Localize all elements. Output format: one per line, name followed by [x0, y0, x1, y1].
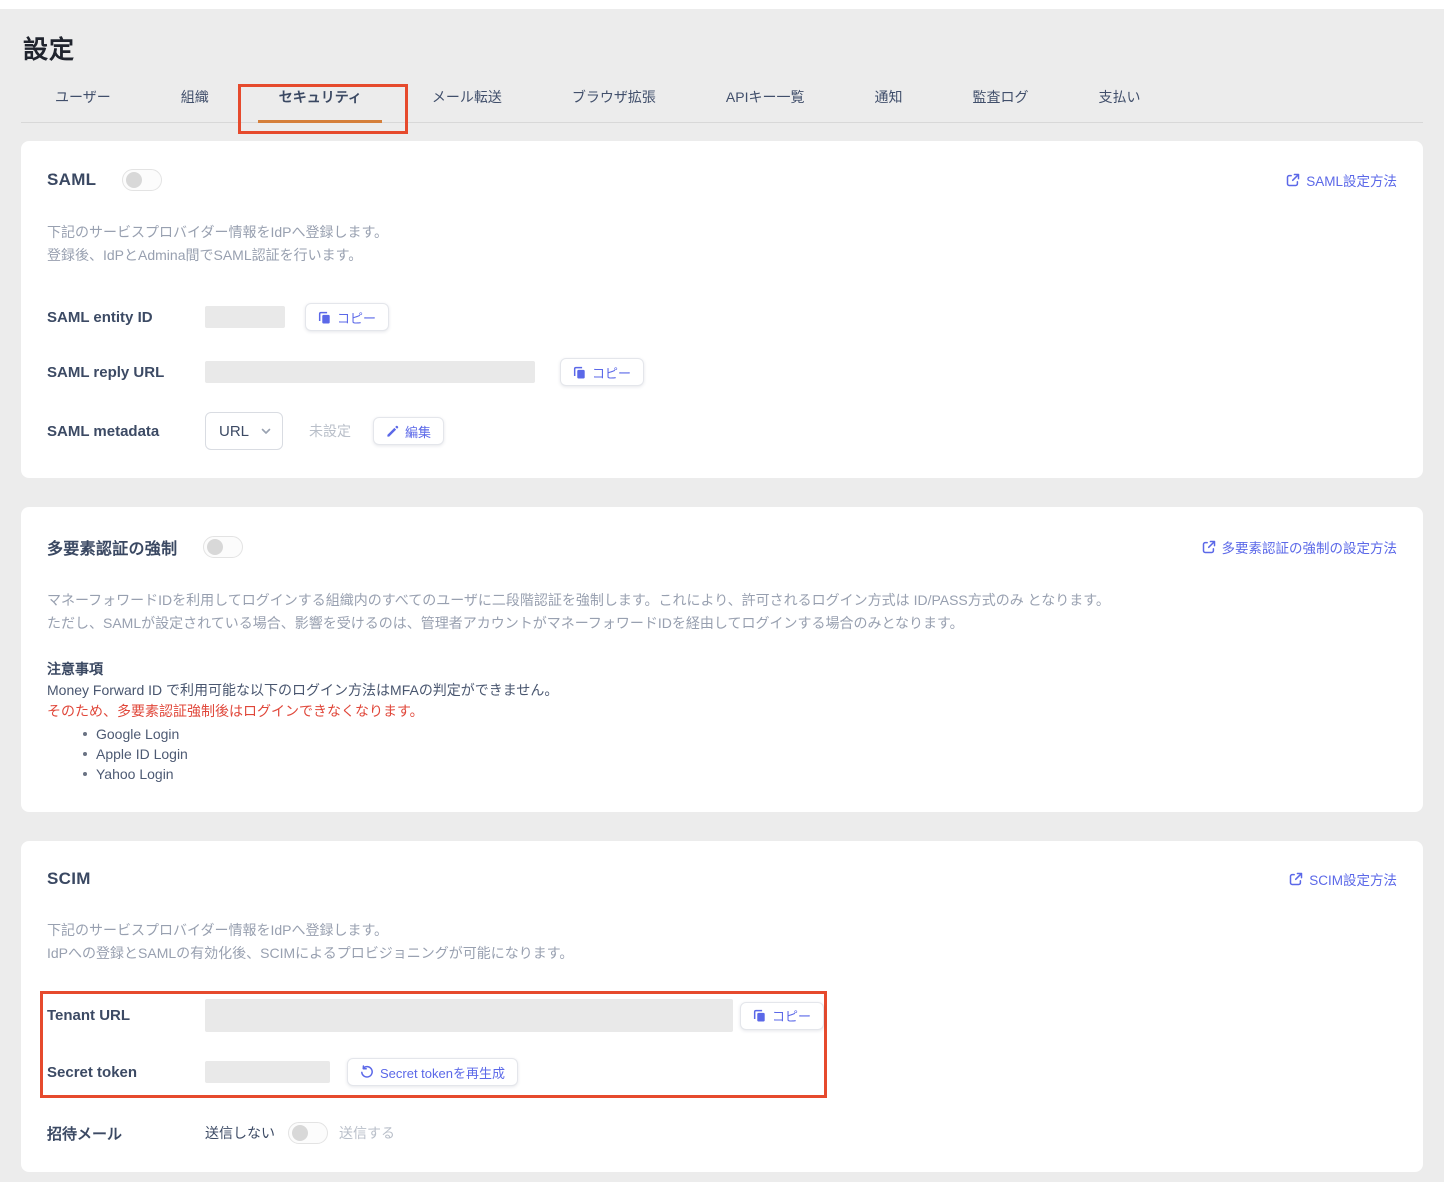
- mfa-desc-line1: マネーフォワードIDを利用してログインする組織内のすべてのユーザに二段階認証を強…: [47, 592, 1110, 608]
- chevron-down-icon: [260, 425, 272, 437]
- pencil-icon: [386, 425, 399, 438]
- saml-entity-id-value-redacted: [205, 306, 285, 328]
- mfa-card: 多要素認証の強制 多要素認証の強制の設定方法 マネーフォワードIDを利用してログ…: [21, 507, 1423, 812]
- tab-notifications[interactable]: 通知: [874, 87, 902, 107]
- notes-warning: そのため、多要素認証強制後はログインできなくなります。: [47, 703, 424, 719]
- external-link-icon: [1286, 173, 1300, 187]
- top-strip: [0, 0, 1444, 9]
- tenant-url-label: Tenant URL: [47, 1007, 131, 1024]
- saml-reply-url-value-redacted: [205, 361, 535, 383]
- copy-button-label: コピー: [771, 1009, 811, 1024]
- notes-line: Money Forward ID で利用可能な以下のログイン方法はMFAの判定が…: [47, 682, 559, 698]
- metadata-type-select[interactable]: URL: [205, 412, 283, 450]
- metadata-type-select-value: URL: [219, 422, 250, 440]
- saml-reply-url-row: SAML reply URL コピー: [47, 358, 1397, 386]
- metadata-status-text: 未設定: [309, 423, 351, 439]
- scim-desc-line1: 下記のサービスプロバイダー情報をIdPへ登録します。: [47, 922, 389, 938]
- scim-desc-line2: IdPへの登録とSAMLの有効化後、SCIMによるプロビジョニングが可能になりま…: [47, 945, 574, 961]
- tab-bar: ユーザー 組織 セキュリティ メール転送 ブラウザ拡張 APIキー一覧 通知 監…: [21, 87, 1423, 123]
- edit-button-label: 編集: [405, 424, 432, 440]
- bullet-icon: [83, 772, 87, 776]
- invite-off-label: 送信しない: [205, 1125, 275, 1141]
- regenerate-button-label: Secret tokenを再生成: [380, 1065, 505, 1081]
- page-title: 設定: [23, 36, 76, 64]
- invite-mail-row: 招待メール 送信しない 送信する: [47, 1122, 1397, 1144]
- tenant-url-row: Tenant URL コピー: [47, 999, 824, 1032]
- tab-security[interactable]: セキュリティ: [279, 87, 362, 107]
- copy-button-label: コピー: [337, 310, 377, 326]
- saml-entity-id-row: SAML entity ID コピー: [47, 303, 1397, 331]
- tab-browser-extension[interactable]: ブラウザ拡張: [572, 87, 656, 107]
- copy-icon: [318, 311, 331, 324]
- copy-reply-url-button[interactable]: コピー: [560, 358, 645, 386]
- copy-tenant-url-button[interactable]: コピー: [739, 1001, 824, 1030]
- mfa-section-title: 多要素認証の強制: [47, 541, 178, 558]
- settings-page: 設定 ユーザー 組織 セキュリティ メール転送 ブラウザ拡張 APIキー一覧 通…: [0, 0, 1444, 1182]
- tab-mail-forwarding[interactable]: メール転送: [432, 87, 502, 107]
- bullet-icon: [83, 752, 87, 756]
- tenant-url-value-redacted: [205, 999, 733, 1032]
- mfa-toggle[interactable]: [203, 536, 244, 558]
- tab-users[interactable]: ユーザー: [55, 87, 111, 107]
- login-method-label: Yahoo Login: [96, 766, 174, 782]
- scim-setup-link[interactable]: SCIM設定方法: [1289, 869, 1397, 889]
- secret-token-label: Secret token: [47, 1063, 138, 1081]
- list-item: Apple ID Login: [47, 744, 1397, 764]
- list-item: Yahoo Login: [47, 764, 1397, 784]
- secret-token-value-redacted: [205, 1061, 330, 1083]
- mfa-notes: 注意事項 Money Forward ID で利用可能な以下のログイン方法はMF…: [47, 659, 1397, 784]
- saml-toggle[interactable]: [122, 169, 163, 191]
- tab-payment[interactable]: 支払い: [1098, 87, 1140, 107]
- saml-toggle-knob: [126, 172, 143, 188]
- notes-title: 注意事項: [47, 661, 103, 677]
- login-method-label: Apple ID Login: [96, 746, 188, 762]
- external-link-icon: [1202, 540, 1216, 554]
- mfa-toggle-knob: [207, 539, 224, 555]
- edit-metadata-button[interactable]: 編集: [373, 417, 445, 445]
- saml-section-title: SAML: [47, 170, 97, 189]
- saml-metadata-label: SAML metadata: [47, 422, 160, 440]
- invite-mail-toggle-knob: [292, 1125, 308, 1141]
- saml-setup-link[interactable]: SAML設定方法: [1286, 170, 1397, 190]
- saml-setup-link-label: SAML設定方法: [1306, 174, 1397, 189]
- secret-token-row: Secret token Secret tokenを再生成: [47, 1058, 824, 1086]
- regenerate-secret-token-button[interactable]: Secret tokenを再生成: [347, 1058, 518, 1086]
- saml-desc-line2: 登録後、IdPとAdmina間でSAML認証を行います。: [47, 247, 363, 263]
- invite-mail-toggle[interactable]: [288, 1122, 328, 1144]
- tab-api-keys[interactable]: APIキー一覧: [726, 87, 805, 107]
- copy-button-label: コピー: [592, 365, 632, 381]
- tab-audit-log[interactable]: 監査ログ: [972, 87, 1028, 107]
- saml-desc-line1: 下記のサービスプロバイダー情報をIdPへ登録します。: [47, 224, 389, 240]
- tab-organization[interactable]: 組織: [181, 87, 209, 107]
- saml-metadata-row: SAML metadata URL 未設定 編集: [47, 412, 1397, 450]
- scim-card: SCIM SCIM設定方法 下記のサービスプロバイダー情報をIdPへ登録します。…: [21, 841, 1423, 1172]
- mfa-setup-link-label: 多要素認証の強制の設定方法: [1221, 541, 1398, 556]
- login-method-list: Google Login Apple ID Login Yahoo Login: [47, 724, 1397, 784]
- copy-icon: [573, 366, 586, 379]
- mfa-desc-line2: ただし、SAMLが設定されている場合、影響を受けるのは、管理者アカウントがマネー…: [47, 615, 964, 631]
- saml-reply-url-label: SAML reply URL: [47, 363, 165, 381]
- external-link-icon: [1289, 872, 1303, 886]
- copy-entity-id-button[interactable]: コピー: [305, 303, 390, 331]
- list-item: Google Login: [47, 724, 1397, 744]
- saml-entity-id-label: SAML entity ID: [47, 308, 153, 326]
- scim-section-title: SCIM: [47, 869, 91, 888]
- bullet-icon: [83, 732, 87, 736]
- invite-on-label: 送信する: [339, 1125, 395, 1141]
- saml-card: SAML SAML設定方法 下記のサービスプロバイダー情報をIdPへ登録します。…: [21, 141, 1423, 478]
- invite-mail-label: 招待メール: [47, 1125, 123, 1143]
- refresh-icon: [360, 1065, 374, 1079]
- annotation-box-scim-fields: Tenant URL コピー Secret token Secret token…: [40, 991, 827, 1098]
- scim-setup-link-label: SCIM設定方法: [1309, 873, 1397, 888]
- mfa-setup-link[interactable]: 多要素認証の強制の設定方法: [1202, 537, 1398, 557]
- login-method-label: Google Login: [96, 726, 180, 742]
- copy-icon: [753, 1009, 766, 1022]
